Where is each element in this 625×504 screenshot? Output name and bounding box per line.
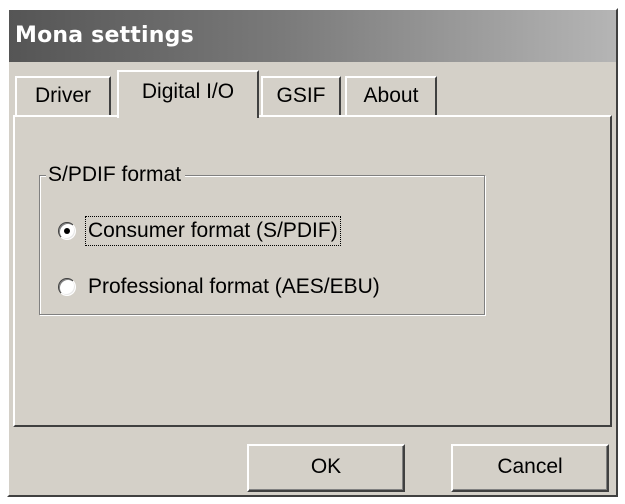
ok-button[interactable]: OK	[247, 444, 405, 492]
spdif-format-group: S/PDIF format Consumer format (S/PDIF) P…	[39, 162, 485, 315]
consumer-format-radio[interactable]	[58, 222, 76, 240]
tab-driver[interactable]: Driver	[15, 76, 111, 116]
tab-gsif[interactable]: GSIF	[261, 76, 341, 116]
professional-format-radio[interactable]	[58, 278, 76, 296]
spdif-format-legend: S/PDIF format	[46, 162, 186, 188]
cancel-button[interactable]: Cancel	[451, 444, 609, 492]
tab-digital-io[interactable]: Digital I/O	[117, 70, 259, 118]
tab-panel-digital-io: S/PDIF format Consumer format (S/PDIF) P…	[13, 115, 612, 427]
professional-format-label[interactable]: Professional format (AES/EBU)	[86, 273, 382, 301]
window-title: Mona settings	[9, 10, 616, 62]
professional-format-option[interactable]: Professional format (AES/EBU)	[58, 272, 382, 302]
tab-about[interactable]: About	[345, 76, 437, 116]
consumer-format-option[interactable]: Consumer format (S/PDIF)	[58, 216, 341, 246]
tab-strip: Driver Digital I/O GSIF About	[13, 70, 613, 118]
settings-dialog: Mona settings Driver Digital I/O GSIF Ab…	[7, 8, 618, 497]
consumer-format-label[interactable]: Consumer format (S/PDIF)	[85, 216, 341, 246]
